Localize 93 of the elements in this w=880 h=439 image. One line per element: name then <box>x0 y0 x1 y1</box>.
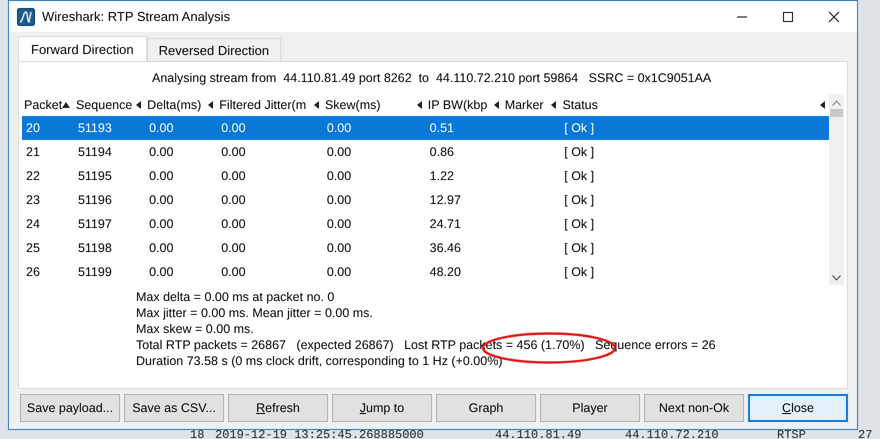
column-header[interactable]: Sequence <box>76 98 132 112</box>
table-cell: 23 <box>26 193 40 207</box>
table-cell: [ Ok ] <box>564 241 594 255</box>
background-table-cell-text: 2019-12-19 13:25:45.268885000 <box>215 429 425 439</box>
table-row[interactable]: 22 51195 0.00 0.00 0.00 1.22 [ Ok ] <box>22 164 829 188</box>
scroll-thumb[interactable] <box>830 109 843 117</box>
table-cell: 25 <box>26 241 40 255</box>
table-cell: 21 <box>26 145 40 159</box>
dialog-button[interactable]: Next non-Ok <box>644 394 744 422</box>
table-cell: 51196 <box>78 193 112 207</box>
table-cell: 51193 <box>78 121 112 135</box>
table-cell: 51197 <box>78 217 112 231</box>
table-cell: 0.00 <box>221 121 246 135</box>
table-cell: 22 <box>26 169 40 183</box>
table-cell: 48.20 <box>430 265 461 279</box>
background-table-cell-text: 27 <box>858 429 874 439</box>
background-table-cell-text: 44.110.72.210 <box>625 429 720 439</box>
column-header[interactable]: Packet <box>24 98 62 112</box>
dialog-button[interactable]: Refresh <box>228 394 328 422</box>
table-cell: 0.00 <box>149 241 174 255</box>
table-cell: [ Ok ] <box>564 193 594 207</box>
table-cell: 0.00 <box>326 241 352 255</box>
tab[interactable]: Forward Direction <box>18 36 147 61</box>
table-cell: 0.00 <box>149 265 174 279</box>
table-cell: 36.46 <box>430 241 461 255</box>
table-cell: 0.00 <box>221 265 246 279</box>
table-cell: 0.00 <box>221 169 246 183</box>
table-cell: 20 <box>26 121 40 135</box>
summary-line: Max skew = 0.00 ms. <box>136 321 255 337</box>
table-cell: 24.71 <box>430 217 461 231</box>
column-header[interactable]: Marker <box>504 98 544 112</box>
dialog-button[interactable]: Player <box>540 394 640 422</box>
table-cell: 0.00 <box>326 145 352 159</box>
tab[interactable]: Reversed Direction <box>146 38 282 61</box>
summary-line: Duration 73.58 s (0 ms clock drift, corresponding to 1 Hz (+0.00%) <box>136 353 504 369</box>
scrollbar[interactable] <box>829 94 844 285</box>
background-table-cell-text: 18 <box>190 429 206 439</box>
scroll-up-icon[interactable] <box>832 100 841 106</box>
window-title: Wireshark: RTP Stream Analysis <box>42 9 230 24</box>
table-cell: 0.00 <box>221 217 246 231</box>
column-header[interactable]: Status <box>562 98 598 112</box>
background-table-cell-text: RTSP <box>777 429 807 439</box>
table-cell: 24 <box>26 217 40 231</box>
table-cell: 0.00 <box>326 193 352 207</box>
table-cell: [ Ok ] <box>564 145 594 159</box>
table-cell: 0.00 <box>149 193 174 207</box>
table-cell: 0.00 <box>149 121 174 135</box>
table-cell: 26 <box>26 265 40 279</box>
table-cell: 12.97 <box>430 193 461 207</box>
scroll-down-icon[interactable] <box>832 275 841 281</box>
table-cell: 51194 <box>78 145 112 159</box>
table-cell: 0.00 <box>221 193 246 207</box>
table-row[interactable]: 21 51194 0.00 0.00 0.00 0.86 [ Ok ] <box>22 140 829 164</box>
table-cell: 0.86 <box>430 145 454 159</box>
dialog-button[interactable]: Jump to <box>332 394 432 422</box>
table-row[interactable]: 23 51196 0.00 0.00 0.00 12.97 [ Ok ] <box>22 188 829 212</box>
table-cell: 0.00 <box>149 217 174 231</box>
column-header[interactable]: IP BW(kbp <box>428 98 488 112</box>
table-cell: 51198 <box>78 241 112 255</box>
column-header[interactable]: Skew(ms) <box>324 98 381 112</box>
table-cell: 0.00 <box>326 217 352 231</box>
app-icon <box>17 8 35 26</box>
table-cell: [ Ok ] <box>564 121 594 135</box>
table-cell: 0.00 <box>221 145 246 159</box>
table-cell: 0.00 <box>326 265 352 279</box>
table-cell: 51195 <box>78 169 112 183</box>
summary-line: Max jitter = 0.00 ms. Mean jitter = 0.00 ms. <box>136 305 374 321</box>
column-header[interactable]: Filtered Jitter(m <box>219 98 306 112</box>
table-cell: 0.00 <box>326 169 352 183</box>
column-header[interactable]: Delta(ms) <box>147 98 202 112</box>
table-cell: 0.00 <box>149 145 174 159</box>
background-table-cell-text: 44.110.81.49 <box>495 429 582 439</box>
dialog-button[interactable]: Graph <box>436 394 536 422</box>
table-cell: 0.00 <box>221 241 246 255</box>
table-cell: 51199 <box>78 265 112 279</box>
table-cell: [ Ok ] <box>564 265 594 279</box>
dialog-button[interactable]: Close <box>748 394 848 422</box>
table-row[interactable]: 20 51193 0.00 0.00 0.00 0.51 [ Ok ] <box>22 116 829 140</box>
summary-line: Max delta = 0.00 ms at packet no. 0 <box>136 289 336 305</box>
table-cell: 1.22 <box>430 169 454 183</box>
table-cell: 0.00 <box>326 121 352 135</box>
maximize-icon[interactable] <box>782 10 794 22</box>
table-row[interactable]: 24 51197 0.00 0.00 0.00 24.71 [ Ok ] <box>22 212 829 236</box>
table-cell: [ Ok ] <box>564 217 594 231</box>
table-cell: 0.00 <box>149 169 174 183</box>
dialog-button[interactable]: Save payload... <box>20 394 120 422</box>
close-icon[interactable] <box>828 10 840 22</box>
dialog-button[interactable]: Save as CSV... <box>124 394 224 422</box>
table-row[interactable]: 25 51198 0.00 0.00 0.00 36.46 [ Ok ] <box>22 236 829 260</box>
table-row[interactable]: 26 51199 0.00 0.00 0.00 48.20 [ Ok ] <box>22 260 829 284</box>
table-cell: [ Ok ] <box>564 169 594 183</box>
stream-info: Analysing stream from 44.110.81.49 port 8262 to 44.110.72.210 port 59864 SSRC = 0x1C9051AA <box>152 71 712 87</box>
table-cell: 0.51 <box>430 121 454 135</box>
